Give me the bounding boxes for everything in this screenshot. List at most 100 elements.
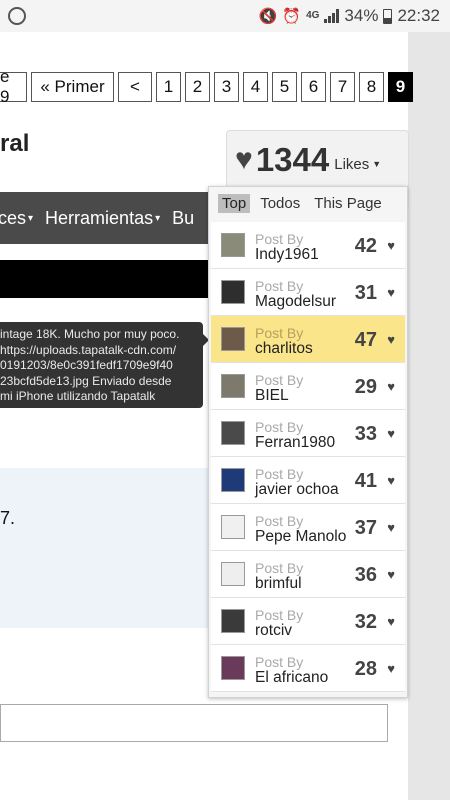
heart-icon: ♥ <box>387 426 395 441</box>
heart-icon: ♥ <box>235 143 253 176</box>
battery-percent: 34% <box>344 6 379 25</box>
username-link[interactable]: charlitos <box>255 340 313 358</box>
section-header-bar <box>0 260 208 298</box>
post-by-label: Post By <box>255 654 304 670</box>
prev-page-button[interactable]: < <box>118 72 152 102</box>
post-text-fragment: 7. <box>0 508 16 528</box>
avatar[interactable] <box>221 656 245 680</box>
chevron-down-icon: ▼ <box>372 159 382 169</box>
username-link[interactable]: Pepe Manolo <box>255 528 346 546</box>
avatar[interactable] <box>221 468 245 492</box>
like-row[interactable]: Post By Magodelsur 31 ♥ <box>211 269 405 316</box>
pagination: e 9 « Primer < 1 2 3 4 5 6 7 8 9 <box>0 67 413 106</box>
page-button-5[interactable]: 5 <box>272 72 297 102</box>
page-title: ral <box>0 130 30 157</box>
forum-nav-bar: ces ▾ Herramientas ▾ Bu <box>0 192 208 244</box>
avatar[interactable] <box>221 233 245 257</box>
heart-icon: ♥ <box>387 285 395 300</box>
username-link[interactable]: Magodelsur <box>255 293 336 311</box>
first-page-button[interactable]: « Primer <box>31 72 114 102</box>
heart-icon: ♥ <box>387 520 395 535</box>
like-row[interactable]: Post By Pepe Manolo 37 ♥ <box>211 504 405 551</box>
post-by-label: Post By <box>255 419 304 435</box>
post-by-label: Post By <box>255 372 304 388</box>
heart-icon: ♥ <box>387 473 395 488</box>
page-button-6[interactable]: 6 <box>301 72 326 102</box>
username-link[interactable]: Indy1961 <box>255 246 319 264</box>
tab-todos[interactable]: Todos <box>256 194 304 213</box>
clock: 22:32 <box>397 6 440 25</box>
post-by-label: Post By <box>255 607 304 623</box>
like-row[interactable]: Post By javier ochoa 41 ♥ <box>211 457 405 504</box>
like-score: 32 <box>354 611 377 633</box>
like-score: 28 <box>354 658 377 680</box>
username-link[interactable]: brimful <box>255 575 302 593</box>
tooltip-line: mi iPhone utilizando Tapatalk <box>0 389 156 403</box>
page-button-9-current[interactable]: 9 <box>388 72 413 102</box>
like-score: 42 <box>354 235 377 257</box>
post-by-label: Post By <box>255 466 304 482</box>
avatar[interactable] <box>221 421 245 445</box>
page-button-4[interactable]: 4 <box>243 72 268 102</box>
like-score: 33 <box>354 423 377 445</box>
avatar[interactable] <box>221 280 245 304</box>
page-of-indicator: e 9 <box>0 67 27 106</box>
like-row[interactable]: Post By Indy1961 42 ♥ <box>211 222 405 269</box>
network-type: 4G <box>306 10 320 21</box>
username-link[interactable]: Ferran1980 <box>255 434 335 452</box>
username-link[interactable]: rotciv <box>255 622 292 640</box>
like-row[interactable]: Post By El africano 28 ♥ <box>211 645 405 692</box>
username-link[interactable]: El africano <box>255 669 328 687</box>
avatar[interactable] <box>221 374 245 398</box>
post-by-label: Post By <box>255 513 304 529</box>
alarm-icon: ⏰ <box>282 8 302 25</box>
tooltip-line: intage 18K. Mucho por muy poco. <box>0 327 180 341</box>
username-link[interactable]: javier ochoa <box>255 481 339 499</box>
avatar[interactable] <box>221 562 245 586</box>
page-margin <box>408 32 450 800</box>
post-by-label: Post By <box>255 325 304 341</box>
likes-count: 1344 <box>255 141 330 178</box>
page-button-2[interactable]: 2 <box>185 72 210 102</box>
tooltip-line: https://uploads.tapatalk-cdn.com/ <box>0 342 177 357</box>
post-preview-tooltip: intage 18K. Mucho por muy poco. https://u… <box>0 322 203 408</box>
like-score: 47 <box>354 329 377 351</box>
tab-top[interactable]: Top <box>218 193 251 213</box>
page-button-8[interactable]: 8 <box>359 72 384 102</box>
like-row[interactable]: Post By brimful 36 ♥ <box>211 551 405 598</box>
whatsapp-icon <box>8 7 26 25</box>
like-row[interactable]: Post By BIEL 29 ♥ <box>211 363 405 410</box>
username-link[interactable]: BIEL <box>255 387 289 405</box>
heart-icon: ♥ <box>387 614 395 629</box>
likes-label: Likes <box>334 155 370 173</box>
reply-input[interactable] <box>0 704 388 742</box>
nav-item-truncated[interactable]: ces ▾ <box>0 208 33 229</box>
like-row[interactable]: Post By rotciv 32 ♥ <box>211 598 405 645</box>
likes-header[interactable]: ♥ 1344 Likes ▼ <box>235 140 381 180</box>
page-button-3[interactable]: 3 <box>214 72 239 102</box>
likes-list: Post By Indy1961 42 ♥ Post By Magodelsur 31 ♥ Po… <box>211 222 405 692</box>
like-row[interactable]: Post By charlitos 47 ♥ <box>211 316 405 363</box>
nav-item-search[interactable]: Bu <box>172 208 194 229</box>
page-button-7[interactable]: 7 <box>330 72 355 102</box>
heart-icon: ♥ <box>387 238 395 253</box>
like-score: 37 <box>354 517 377 539</box>
avatar[interactable] <box>221 609 245 633</box>
post-by-label: Post By <box>255 278 304 294</box>
avatar[interactable] <box>221 327 245 351</box>
heart-icon: ♥ <box>387 332 395 347</box>
tooltip-line: 23bcfd5de13.jpg Enviado desde <box>0 373 172 388</box>
nav-item-herramientas[interactable]: Herramientas ▾ <box>45 208 160 229</box>
chevron-down-icon: ▾ <box>155 212 161 224</box>
avatar[interactable] <box>221 515 245 539</box>
like-score: 29 <box>354 376 377 398</box>
tab-this-page[interactable]: This Page <box>310 194 386 213</box>
nav-label: Bu <box>172 207 195 228</box>
chevron-down-icon: ▾ <box>28 212 34 224</box>
heart-icon: ♥ <box>387 567 395 582</box>
likes-filter-tabs: Top Todos This Page <box>218 192 386 214</box>
status-icons: 🔇 ⏰ 4G 34% 22:32 <box>259 6 440 26</box>
like-row[interactable]: Post By Ferran1980 33 ♥ <box>211 410 405 457</box>
page-button-1[interactable]: 1 <box>156 72 181 102</box>
status-bar: 🔇 ⏰ 4G 34% 22:32 <box>0 0 450 32</box>
